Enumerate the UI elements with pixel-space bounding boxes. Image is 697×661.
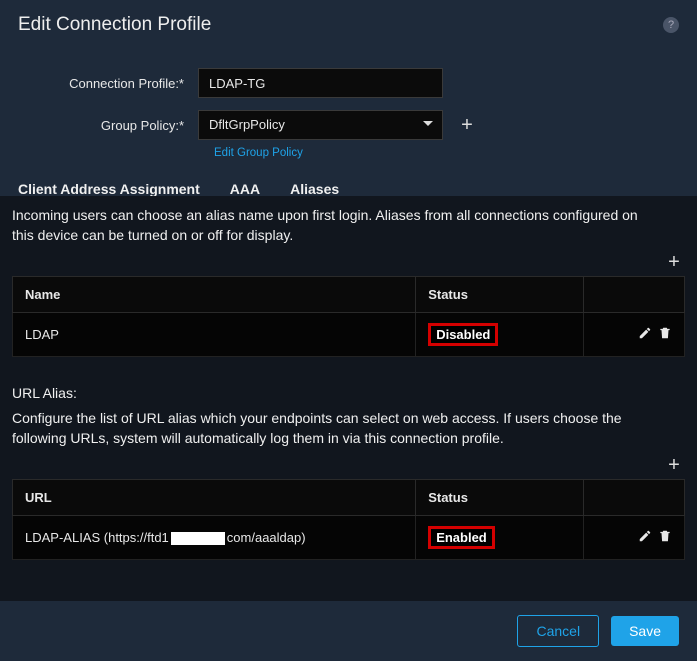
- edit-icon[interactable]: [638, 326, 652, 340]
- content-area: Incoming users can choose an alias name …: [0, 196, 697, 601]
- save-button[interactable]: Save: [611, 616, 679, 646]
- aliases-name-header: Name: [13, 277, 416, 313]
- redacted-segment: [171, 532, 225, 545]
- table-row: LDAP Disabled: [13, 313, 685, 357]
- cancel-button[interactable]: Cancel: [517, 615, 599, 647]
- url-alias-status-cell: Enabled: [416, 516, 584, 560]
- group-policy-label: Group Policy:*: [18, 118, 198, 133]
- url-alias-title: URL Alias:: [12, 385, 685, 401]
- connection-profile-label: Connection Profile:*: [18, 76, 198, 91]
- dialog-title: Edit Connection Profile: [18, 14, 211, 36]
- url-alias-actions-cell: [584, 516, 685, 560]
- aliases-actions-header: [584, 277, 685, 313]
- url-alias-url-cell: LDAP-ALIAS (https://ftd1 com/aaaldap): [13, 516, 416, 560]
- url-suffix: com/aaaldap): [227, 530, 306, 545]
- delete-icon[interactable]: [658, 529, 672, 543]
- connection-profile-row: Connection Profile:*: [18, 68, 679, 98]
- group-policy-value: DfltGrpPolicy: [198, 110, 443, 140]
- add-group-policy-button[interactable]: +: [457, 115, 477, 135]
- url-alias-actions-header: [584, 480, 685, 516]
- url-alias-help-text: Configure the list of URL alias which yo…: [12, 409, 685, 448]
- table-row: LDAP-ALIAS (https://ftd1 com/aaaldap) Ena…: [13, 516, 685, 560]
- add-alias-button[interactable]: +: [663, 251, 685, 274]
- edit-icon[interactable]: [638, 529, 652, 543]
- url-alias-table: URL Status LDAP-ALIAS (https://ftd1 com/a…: [12, 479, 685, 560]
- url-alias-status-header: Status: [416, 480, 584, 516]
- aliases-status-header: Status: [416, 277, 584, 313]
- aliases-table: Name Status LDAP Disabled: [12, 276, 685, 357]
- chevron-down-icon: [423, 121, 433, 126]
- url-alias-url-header: URL: [13, 480, 416, 516]
- alias-name-cell: LDAP: [13, 313, 416, 357]
- group-policy-row: Group Policy:* DfltGrpPolicy +: [18, 110, 679, 140]
- connection-profile-input[interactable]: [198, 68, 443, 98]
- dialog-header: Edit Connection Profile ?: [0, 0, 697, 50]
- delete-icon[interactable]: [658, 326, 672, 340]
- form-area: Connection Profile:* Group Policy:* Dflt…: [0, 50, 697, 169]
- status-badge: Enabled: [428, 526, 495, 549]
- alias-status-cell: Disabled: [416, 313, 584, 357]
- url-prefix: LDAP-ALIAS (https://ftd1: [25, 530, 169, 545]
- status-badge: Disabled: [428, 323, 498, 346]
- edit-group-policy-link[interactable]: Edit Group Policy: [214, 147, 303, 159]
- add-url-alias-button[interactable]: +: [663, 454, 685, 477]
- alias-actions-cell: [584, 313, 685, 357]
- aliases-help-text: Incoming users can choose an alias name …: [12, 206, 685, 245]
- group-policy-select[interactable]: DfltGrpPolicy: [198, 110, 443, 140]
- dialog-footer: Cancel Save: [0, 601, 697, 661]
- help-icon[interactable]: ?: [663, 17, 679, 33]
